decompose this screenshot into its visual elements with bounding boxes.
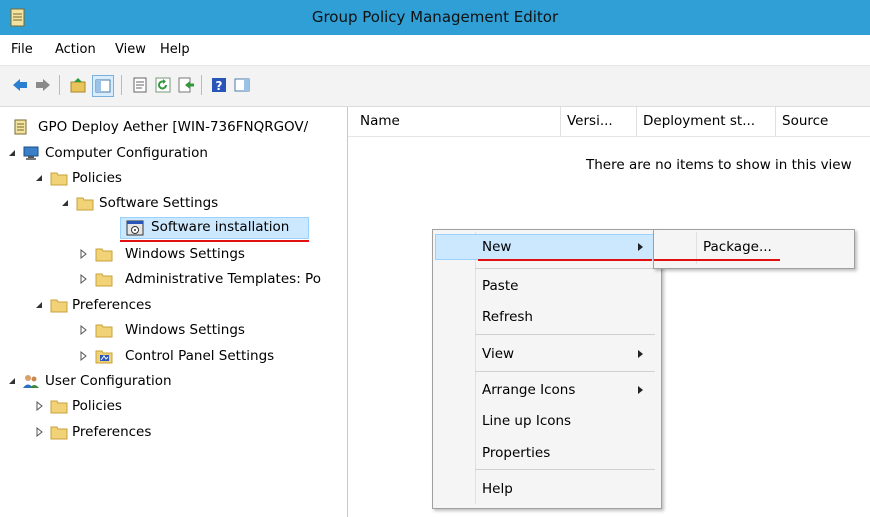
menu-file[interactable]: File xyxy=(11,42,33,57)
control-panel-folder-icon xyxy=(95,350,113,364)
empty-list-message: There are no items to show in this view xyxy=(586,157,852,173)
folder-icon xyxy=(50,426,68,440)
tree-item-gpo-root[interactable]: GPO Deploy Aether [WIN-736FNQRGOV/ xyxy=(0,117,347,139)
menu-separator xyxy=(475,469,655,470)
title-bar: Group Policy Management Editor xyxy=(0,0,870,35)
collapse-arrow-icon[interactable] xyxy=(34,173,44,183)
show-hide-tree-icon[interactable] xyxy=(92,75,114,97)
expand-arrow-icon[interactable] xyxy=(78,325,88,335)
computer-icon xyxy=(23,146,39,160)
annotation-underline xyxy=(120,240,309,242)
software-installation-icon xyxy=(126,220,144,236)
menu-item-properties[interactable]: Properties xyxy=(435,440,657,466)
column-header-version[interactable]: Versi... xyxy=(561,107,637,136)
menu-item-package[interactable]: Package... xyxy=(656,235,850,261)
menu-help[interactable]: Help xyxy=(160,42,190,57)
toolbar: ? xyxy=(0,66,870,107)
console-tree[interactable]: GPO Deploy Aether [WIN-736FNQRGOV/ Compu… xyxy=(0,107,348,517)
menu-item-view[interactable]: View xyxy=(435,341,657,367)
show-hide-action-pane-icon[interactable] xyxy=(233,76,251,94)
expand-arrow-icon[interactable] xyxy=(34,401,44,411)
menu-item-new[interactable]: New xyxy=(435,234,657,260)
menu-item-paste[interactable]: Paste xyxy=(435,273,657,299)
menu-item-help[interactable]: Help xyxy=(435,476,657,502)
new-submenu: Package... xyxy=(653,229,855,269)
expand-arrow-icon[interactable] xyxy=(78,274,88,284)
column-header-source[interactable]: Source xyxy=(776,107,870,136)
collapse-arrow-icon[interactable] xyxy=(7,148,17,158)
svg-text:?: ? xyxy=(216,79,223,93)
tree-item-administrative-templates[interactable]: Administrative Templates: Po xyxy=(0,269,346,291)
menu-separator xyxy=(475,268,655,269)
collapse-arrow-icon[interactable] xyxy=(60,198,70,208)
refresh-icon[interactable] xyxy=(154,76,172,94)
menu-action[interactable]: Action xyxy=(55,42,96,57)
menu-separator xyxy=(475,334,655,335)
folder-icon xyxy=(95,273,113,287)
annotation-underline xyxy=(478,259,652,261)
folder-icon xyxy=(50,400,68,414)
folder-icon xyxy=(50,172,68,186)
submenu-arrow-icon xyxy=(638,350,643,358)
column-header-name[interactable]: Name xyxy=(348,107,561,136)
folder-icon xyxy=(95,324,113,338)
toolbar-separator xyxy=(59,75,60,95)
toolbar-separator xyxy=(121,75,122,95)
help-icon[interactable]: ? xyxy=(210,76,228,94)
back-icon[interactable] xyxy=(11,76,29,94)
menu-view[interactable]: View xyxy=(115,42,146,57)
menu-separator xyxy=(475,371,655,372)
column-header-deployment-state[interactable]: Deployment st... xyxy=(637,107,776,136)
expand-arrow-icon[interactable] xyxy=(34,427,44,437)
export-list-icon[interactable] xyxy=(177,76,195,94)
menu-item-line-up-icons[interactable]: Line up Icons xyxy=(435,408,657,434)
folder-icon xyxy=(95,248,113,262)
tree-item-software-installation[interactable]: Software installation xyxy=(120,217,309,239)
submenu-arrow-icon xyxy=(638,386,643,394)
column-header-row: Name Versi... Deployment st... Source xyxy=(348,107,870,137)
folder-icon xyxy=(50,299,68,313)
expand-arrow-icon[interactable] xyxy=(78,249,88,259)
users-icon xyxy=(23,375,39,388)
gpo-notepad-icon xyxy=(14,119,27,135)
collapse-arrow-icon[interactable] xyxy=(34,300,44,310)
up-folder-icon[interactable] xyxy=(69,76,87,94)
toolbar-separator xyxy=(201,75,202,95)
window-title: Group Policy Management Editor xyxy=(311,8,559,26)
properties-icon[interactable] xyxy=(131,76,149,94)
menu-item-arrange-icons[interactable]: Arrange Icons xyxy=(435,377,657,403)
context-menu: New Paste Refresh View Arrange Icons Lin… xyxy=(432,229,662,509)
expand-arrow-icon[interactable] xyxy=(78,351,88,361)
menu-bar: File Action View Help xyxy=(0,35,870,66)
forward-icon[interactable] xyxy=(34,76,52,94)
annotation-underline xyxy=(654,259,780,261)
collapse-arrow-icon[interactable] xyxy=(7,376,17,386)
menu-item-refresh[interactable]: Refresh xyxy=(435,304,657,330)
folder-icon xyxy=(76,197,94,211)
submenu-arrow-icon xyxy=(638,243,643,251)
